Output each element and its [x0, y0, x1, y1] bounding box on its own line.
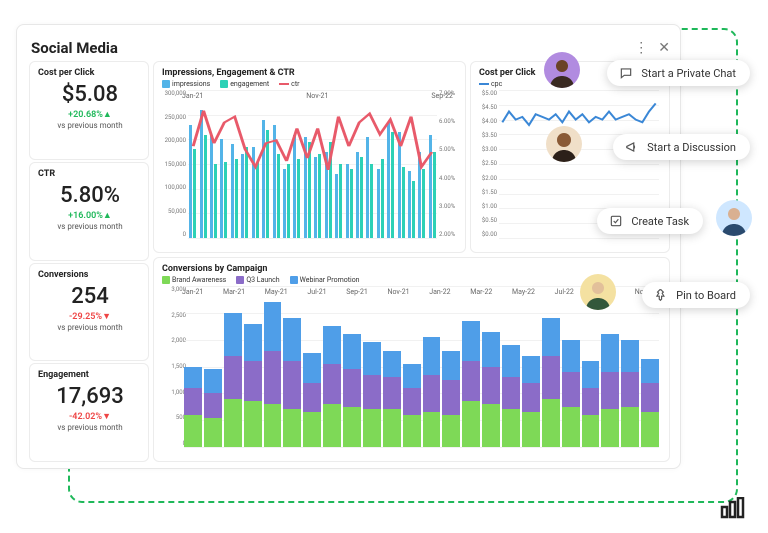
kpi-column: Cost per Click $5.08 +20.68%▲ vs previou…: [29, 61, 149, 462]
start-private-chat-button[interactable]: Start a Private Chat: [607, 60, 750, 86]
kpi-value: 5.80%: [38, 183, 142, 208]
kpi-sublabel: vs previous month: [38, 121, 142, 130]
social-media-panel: Social Media ⋮ ✕ Cost per Click $5.08 +2…: [16, 24, 681, 469]
action-row: Start a Private Chat: [607, 58, 750, 88]
panel-title: Social Media: [31, 39, 118, 57]
action-row: Start a Discussion: [607, 132, 750, 162]
pin-icon: [654, 288, 668, 302]
collab-actions: Start a Private Chat Start a Discussion …: [607, 58, 750, 310]
action-row: Create Task: [607, 206, 750, 236]
action-label: Create Task: [631, 215, 689, 228]
kpi-value: 254: [38, 284, 142, 309]
kpi-delta: -29.25%▼: [38, 311, 142, 322]
stacked-bars: [184, 286, 659, 447]
chart-title: Impressions, Engagement & CTR: [162, 68, 457, 78]
kpi-delta: +16.00%▲: [38, 210, 142, 221]
action-label: Start a Discussion: [647, 141, 736, 154]
kpi-sublabel: vs previous month: [38, 423, 142, 432]
kpi-value: 17,693: [38, 384, 142, 409]
chart-legend: impressions engagement ctr: [162, 80, 457, 88]
chart-title: Conversions by Campaign: [162, 264, 661, 274]
action-label: Pin to Board: [676, 289, 736, 302]
check-square-icon: [609, 214, 623, 228]
ctr-line: [188, 90, 437, 238]
avatar[interactable]: [546, 126, 582, 162]
kpi-delta: -42.02%▼: [38, 411, 142, 422]
bar-chart-icon: [720, 497, 746, 523]
kpi-sublabel: vs previous month: [38, 323, 142, 332]
close-icon[interactable]: ✕: [658, 41, 670, 55]
kpi-ctr[interactable]: CTR 5.80% +16.00%▲ vs previous month: [29, 162, 149, 261]
megaphone-icon: [625, 140, 639, 154]
kpi-label: Conversions: [38, 270, 142, 280]
kpi-cost-per-click[interactable]: Cost per Click $5.08 +20.68%▲ vs previou…: [29, 61, 149, 160]
avatar[interactable]: [580, 274, 616, 310]
start-discussion-button[interactable]: Start a Discussion: [613, 134, 750, 160]
chat-icon: [619, 66, 633, 80]
kpi-value: $5.08: [38, 82, 142, 107]
kpi-delta: +20.68%▲: [38, 109, 142, 120]
avatar[interactable]: [716, 200, 752, 236]
y-axis: 3,0002,5002,0001,5001,0005000: [162, 286, 186, 447]
y-axis: $5.00$4.50$4.00$3.50$3.00$2.50$2.00$1.50…: [479, 90, 497, 238]
create-task-button[interactable]: Create Task: [597, 208, 703, 234]
kpi-sublabel: vs previous month: [38, 222, 142, 231]
avatar[interactable]: [544, 52, 580, 88]
kpi-engagement[interactable]: Engagement 17,693 -42.02%▼ vs previous m…: [29, 363, 149, 462]
pin-to-board-button[interactable]: Pin to Board: [642, 282, 750, 308]
chart-impressions-engagement-ctr[interactable]: Impressions, Engagement & CTR impression…: [153, 61, 466, 253]
kpi-label: Engagement: [38, 370, 142, 380]
kpi-label: CTR: [38, 169, 142, 179]
action-label: Start a Private Chat: [641, 67, 736, 80]
action-row: Pin to Board: [607, 280, 750, 310]
y-axis-right: 7.00%6.00%5.00%4.00%3.00%2.00%: [439, 90, 457, 238]
more-icon[interactable]: ⋮: [634, 41, 648, 55]
kpi-label: Cost per Click: [38, 68, 142, 78]
kpi-conversions[interactable]: Conversions 254 -29.25%▼ vs previous mon…: [29, 263, 149, 362]
y-axis-left: 300,000250,000200,000150,000100,00050,00…: [162, 90, 186, 238]
